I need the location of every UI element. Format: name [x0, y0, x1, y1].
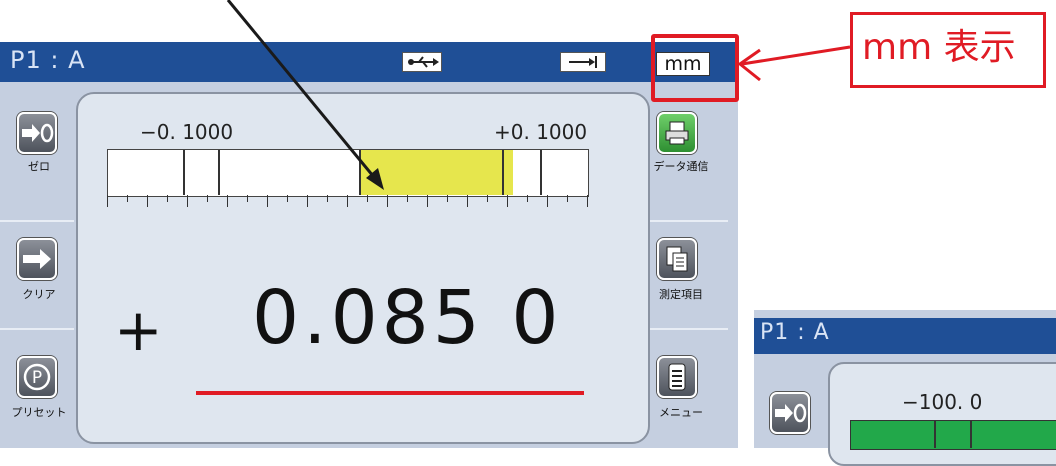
unit-highlight-box	[651, 34, 739, 102]
second-zero-button[interactable]	[766, 392, 816, 434]
second-program-label: P1 : A	[760, 320, 830, 345]
second-lower-tolerance: −100. 0	[902, 390, 983, 414]
second-measurement-screen	[828, 362, 1056, 466]
zero-arrow-icon	[770, 392, 810, 434]
scale-line	[970, 420, 972, 448]
second-bar-scale	[850, 420, 1056, 450]
scale-line	[934, 420, 936, 448]
annotation-text: mm 表示	[862, 27, 1016, 68]
